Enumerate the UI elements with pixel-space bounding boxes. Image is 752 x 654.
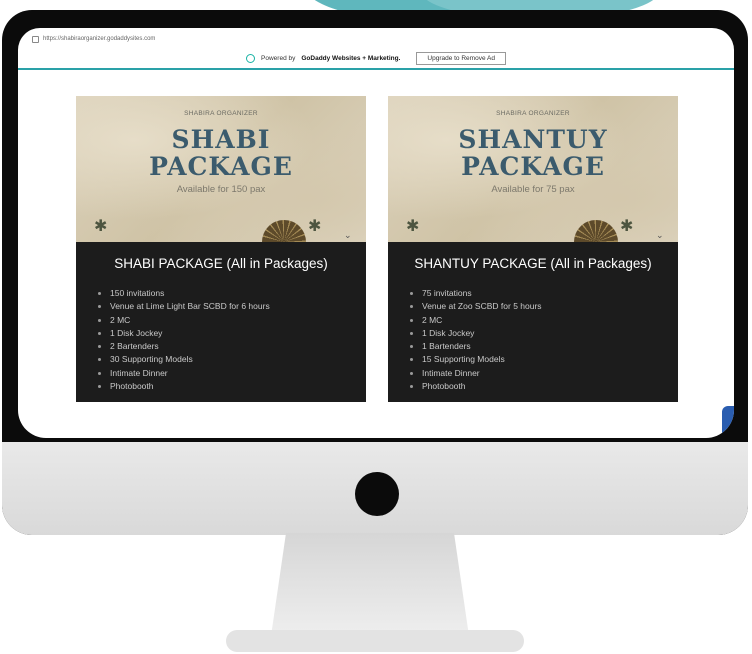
upgrade-remove-ad-button[interactable]: Upgrade to Remove Ad xyxy=(416,51,506,65)
poster-organizer: SHABIRA ORGANIZER xyxy=(184,110,258,117)
package-heading: SHABI PACKAGE (All in Packages) xyxy=(114,256,328,271)
package-poster: SHABIRA ORGANIZER SHANTUY PACKAGE Availa… xyxy=(388,96,678,242)
poster-title-line2: PACKAGE xyxy=(461,152,605,181)
monitor-frame: https://shabiraorganizer.godaddysites.co… xyxy=(2,10,748,535)
list-item: 1 Bartenders xyxy=(410,340,678,353)
powered-by-text: Powered by xyxy=(261,54,296,62)
star-decoration-icon: ✱ xyxy=(406,218,420,235)
list-item: 150 invitations xyxy=(98,287,366,300)
list-item: 75 invitations xyxy=(410,287,678,300)
monitor-logo-icon xyxy=(355,472,399,516)
poster-title-line1: SHABI xyxy=(171,125,271,154)
lock-icon xyxy=(32,35,39,43)
sun-decoration-icon xyxy=(262,220,306,242)
chevron-down-icon: ⌄ xyxy=(344,230,352,240)
package-card-shabi: SHABIRA ORGANIZER SHABI PACKAGE Availabl… xyxy=(76,96,366,402)
package-feature-list: 75 invitations Venue at Zoo SCBD for 5 h… xyxy=(388,287,678,393)
list-item: 2 MC xyxy=(410,314,678,327)
list-item: 2 MC xyxy=(98,314,366,327)
monitor-stand xyxy=(270,533,470,643)
list-item: 15 Supporting Models xyxy=(410,353,678,366)
monitor-chin xyxy=(2,442,748,535)
package-feature-list: 150 invitations Venue at Lime Light Bar … xyxy=(76,287,366,393)
star-decoration-icon: ✱ xyxy=(94,218,108,235)
star-decoration-icon: ✱ xyxy=(308,218,322,235)
address-bar[interactable]: https://shabiraorganizer.godaddysites.co… xyxy=(32,32,532,46)
list-item: Venue at Zoo SCBD for 5 hours xyxy=(410,300,678,313)
list-item: Intimate Dinner xyxy=(98,367,366,380)
monitor-base xyxy=(226,630,524,652)
list-item: Venue at Lime Light Bar SCBD for 6 hours xyxy=(98,300,366,313)
list-item: Photobooth xyxy=(410,380,678,393)
poster-title: SHABI PACKAGE xyxy=(76,126,366,180)
star-decoration-icon: ✱ xyxy=(620,218,634,235)
godaddy-brand-link[interactable]: GoDaddy Websites + Marketing. xyxy=(301,55,400,62)
package-card-shantuy: SHABIRA ORGANIZER SHANTUY PACKAGE Availa… xyxy=(388,96,678,402)
poster-title-line1: SHANTUY xyxy=(458,125,608,154)
poster-organizer: SHABIRA ORGANIZER xyxy=(496,110,570,117)
package-poster: SHABIRA ORGANIZER SHABI PACKAGE Availabl… xyxy=(76,96,366,242)
list-item: 30 Supporting Models xyxy=(98,353,366,366)
list-item: 1 Disk Jockey xyxy=(98,327,366,340)
browser-screen: https://shabiraorganizer.godaddysites.co… xyxy=(18,28,734,438)
godaddy-ad-bar: Powered by GoDaddy Websites + Marketing.… xyxy=(18,48,734,70)
list-item: Intimate Dinner xyxy=(410,367,678,380)
package-heading: SHANTUY PACKAGE (All in Packages) xyxy=(414,256,652,271)
godaddy-logo-icon xyxy=(246,53,256,63)
sun-decoration-icon xyxy=(574,220,618,242)
chevron-down-icon: ⌄ xyxy=(656,230,664,240)
edge-widget[interactable] xyxy=(722,406,734,438)
poster-title: SHANTUY PACKAGE xyxy=(388,126,678,180)
poster-title-line2: PACKAGE xyxy=(149,152,293,181)
list-item: 2 Bartenders xyxy=(98,340,366,353)
url-text: https://shabiraorganizer.godaddysites.co… xyxy=(43,36,156,42)
poster-availability: Available for 150 pax xyxy=(176,184,266,195)
poster-availability: Available for 75 pax xyxy=(491,184,575,195)
list-item: Photobooth xyxy=(98,380,366,393)
list-item: 1 Disk Jockey xyxy=(410,327,678,340)
